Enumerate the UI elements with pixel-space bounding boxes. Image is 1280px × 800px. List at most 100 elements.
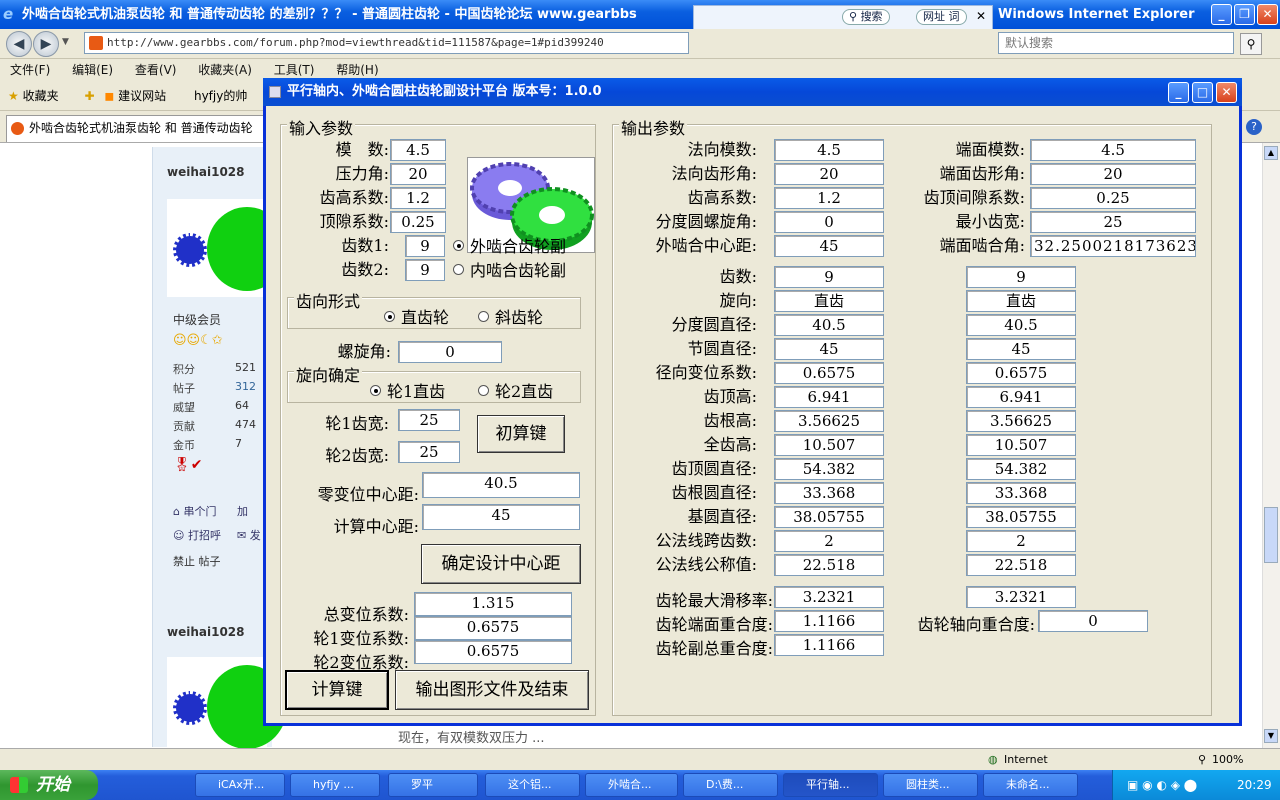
add-link[interactable]: 加	[237, 503, 248, 519]
suggest-sites[interactable]: 建议网站	[118, 89, 166, 103]
zoom-level[interactable]: 100%	[1212, 749, 1243, 771]
scroll-thumb[interactable]	[1264, 507, 1278, 563]
out-total-contact[interactable]: 1.1166	[774, 634, 884, 656]
help-icon[interactable]: ?	[1246, 119, 1262, 135]
task-button[interactable]: 这个铝...	[485, 773, 580, 797]
menu-favorites[interactable]: 收藏夹(A)	[198, 63, 252, 77]
zoom-icon[interactable]: ⚲	[1198, 749, 1206, 771]
radio-spur[interactable]: 直齿轮	[384, 304, 449, 328]
z1-input[interactable]: 9	[405, 235, 445, 257]
back-button[interactable]: ◀	[6, 31, 32, 57]
task-button[interactable]: 未命名...	[983, 773, 1078, 797]
helix-input[interactable]: 0	[398, 341, 502, 363]
gear2-value[interactable]: 9	[966, 266, 1076, 288]
gear2-value[interactable]: 0.6575	[966, 362, 1076, 384]
out-normal-pressure[interactable]: 20	[774, 163, 884, 185]
avatar[interactable]	[167, 199, 287, 297]
visit-link[interactable]: ⌂ 串个门	[173, 503, 216, 519]
width2-input[interactable]: 25	[398, 441, 460, 463]
module-input[interactable]: 4.5	[390, 139, 446, 161]
zero-cd-input[interactable]: 40.5	[422, 472, 580, 498]
menu-tools[interactable]: 工具(T)	[274, 63, 315, 77]
clearance-input[interactable]: 0.25	[390, 211, 446, 233]
out-axial-contact[interactable]: 0	[1038, 610, 1148, 632]
radio-external-mesh[interactable]: 外啮合齿轮副	[453, 233, 566, 257]
address-field[interactable]: http://www.gearbbs.com/forum.php?mod=vie…	[84, 32, 689, 54]
out-clearance-coef[interactable]: 0.25	[1030, 187, 1196, 209]
gear2-value[interactable]: 54.382	[966, 458, 1076, 480]
gear1-value[interactable]: 6.941	[774, 386, 884, 408]
radio-helical[interactable]: 斜齿轮	[478, 304, 543, 328]
gear1-value[interactable]: 3.56625	[774, 410, 884, 432]
radio-gear2-spur[interactable]: 轮2直齿	[478, 378, 553, 402]
export-and-exit-button[interactable]: 输出图形文件及结束	[395, 670, 589, 710]
web-search-input[interactable]: 默认搜索	[998, 32, 1234, 54]
avatar[interactable]	[167, 657, 287, 755]
username[interactable]: weihai1028	[167, 625, 245, 639]
out-face-contact[interactable]: 1.1166	[774, 610, 884, 632]
gear1-value[interactable]: 54.382	[774, 458, 884, 480]
addendum-input[interactable]: 1.2	[390, 187, 446, 209]
width1-input[interactable]: 25	[398, 409, 460, 431]
gear1-value[interactable]: 2	[774, 530, 884, 552]
username[interactable]: weihai1028	[167, 165, 245, 179]
gear2-value[interactable]: 2	[966, 530, 1076, 552]
greet-link[interactable]: ☺ 打招呼	[173, 527, 221, 543]
menu-view[interactable]: 查看(V)	[135, 63, 177, 77]
task-button[interactable]: 外啮合...	[585, 773, 678, 797]
gear2-value[interactable]: 40.5	[966, 314, 1076, 336]
calc-cd-input[interactable]: 45	[422, 504, 580, 530]
task-button[interactable]: 圆柱类...	[883, 773, 978, 797]
gear1-value[interactable]: 33.368	[774, 482, 884, 504]
out-helix-angle[interactable]: 0	[774, 211, 884, 233]
gear1-value[interactable]: 40.5	[774, 314, 884, 336]
out-addendum-coef[interactable]: 1.2	[774, 187, 884, 209]
minimize-button[interactable]: _	[1211, 4, 1232, 25]
radio-internal-mesh[interactable]: 内啮合齿轮副	[453, 257, 566, 281]
scroll-down-icon[interactable]: ▼	[1264, 729, 1278, 743]
favorites-label[interactable]: 收藏夹	[23, 89, 59, 103]
z2-input[interactable]: 9	[405, 259, 445, 281]
out-transverse-module[interactable]: 4.5	[1030, 139, 1196, 161]
out-normal-module[interactable]: 4.5	[774, 139, 884, 161]
task-button[interactable]: 罗平	[388, 773, 478, 797]
menu-edit[interactable]: 编辑(E)	[72, 63, 113, 77]
search-pill[interactable]: ⚲ 搜索	[842, 9, 890, 25]
forward-button[interactable]: ▶	[33, 31, 59, 57]
menu-help[interactable]: 帮助(H)	[336, 63, 378, 77]
close-button[interactable]: ✕	[1257, 4, 1278, 25]
out-slip-gear1[interactable]: 3.2321	[774, 586, 884, 608]
tab-active[interactable]: 外啮合齿轮式机油泵齿轮 和 普通传动齿轮	[6, 115, 266, 142]
gear2-value[interactable]: 10.507	[966, 434, 1076, 456]
maximize-button[interactable]: ❐	[1234, 4, 1255, 25]
total-x-input[interactable]: 1.315	[414, 592, 572, 616]
task-button[interactable]: iCAx开...	[195, 773, 285, 797]
out-transverse-pressure[interactable]: 20	[1030, 163, 1196, 185]
chevron-down-icon[interactable]: ▼	[62, 37, 69, 47]
task-button-active[interactable]: 平行轴...	[783, 773, 878, 797]
gear1-value[interactable]: 0.6575	[774, 362, 884, 384]
initial-calc-button[interactable]: 初算键	[477, 415, 565, 453]
dialog-maximize-button[interactable]: □	[1192, 82, 1213, 103]
url-pill[interactable]: 网址 词	[916, 9, 967, 25]
calculate-button[interactable]: 计算键	[285, 670, 389, 710]
out-working-pressure[interactable]: 32.2500218173623	[1030, 235, 1196, 257]
pressure-input[interactable]: 20	[390, 163, 446, 185]
dialog-title-bar[interactable]: 平行轴内、外啮合圆柱齿轮副设计平台 版本号：1.0.0 _ □ ✕	[263, 78, 1242, 106]
task-button[interactable]: hyfjy ...	[290, 773, 380, 797]
gear2-value[interactable]: 45	[966, 338, 1076, 360]
close-icon[interactable]: ✕	[976, 9, 986, 23]
menu-file[interactable]: 文件(F)	[10, 63, 50, 77]
radio-gear1-spur[interactable]: 轮1直齿	[370, 378, 445, 402]
gear1-value[interactable]: 9	[774, 266, 884, 288]
gear2-value[interactable]: 6.941	[966, 386, 1076, 408]
page-scrollbar[interactable]: ▲ ▼	[1262, 143, 1280, 748]
gear2-value[interactable]: 38.05755	[966, 506, 1076, 528]
gear1-value[interactable]: 10.507	[774, 434, 884, 456]
gear2-value[interactable]: 22.518	[966, 554, 1076, 576]
out-center-distance[interactable]: 45	[774, 235, 884, 257]
gear1-value[interactable]: 直齿	[774, 290, 884, 312]
scroll-up-icon[interactable]: ▲	[1264, 146, 1278, 160]
gear1-value[interactable]: 22.518	[774, 554, 884, 576]
out-slip-gear2[interactable]: 3.2321	[966, 586, 1076, 608]
